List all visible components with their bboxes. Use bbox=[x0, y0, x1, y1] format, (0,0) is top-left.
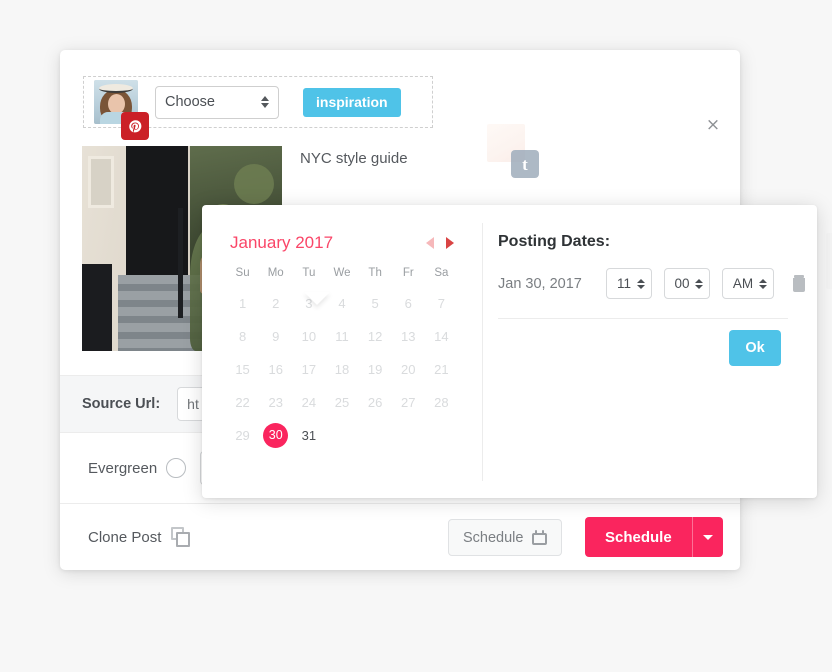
calendar-day[interactable]: 14 bbox=[425, 324, 458, 349]
clone-post-label: Clone Post bbox=[88, 528, 162, 546]
tag-inspiration-button[interactable]: inspiration bbox=[303, 87, 401, 117]
popup-pointer bbox=[304, 292, 330, 305]
calendar-day[interactable]: 19 bbox=[359, 357, 392, 382]
clone-post-button[interactable]: Clone Post bbox=[88, 527, 191, 547]
meridiem-select[interactable]: AM bbox=[722, 268, 774, 299]
posting-dates-title: Posting Dates: bbox=[498, 233, 611, 250]
calendar-day[interactable]: 31 bbox=[292, 423, 325, 448]
calendar-day[interactable]: 25 bbox=[325, 390, 358, 415]
calendar-day[interactable]: 30 bbox=[263, 423, 289, 448]
calendar-dow-sa: Sa bbox=[434, 267, 449, 279]
avatar bbox=[94, 80, 149, 140]
scrollbar[interactable] bbox=[826, 233, 832, 289]
evergreen-label: Evergreen bbox=[88, 459, 158, 477]
calendar-day-empty bbox=[425, 423, 458, 448]
chevron-updown-icon bbox=[695, 278, 703, 289]
modal-footer: Clone Post Schedule Schedule bbox=[60, 503, 740, 570]
calendar-day[interactable]: 23 bbox=[259, 390, 292, 415]
calendar-day[interactable]: 1 bbox=[226, 291, 259, 316]
prev-month-icon[interactable] bbox=[426, 237, 434, 249]
chevron-down-icon[interactable] bbox=[693, 517, 723, 557]
schedule-date-label: Schedule bbox=[463, 529, 524, 546]
calendar-dow-we: We bbox=[333, 267, 351, 279]
posting-dates-list: Jan 30, 2017 11 00 AM bbox=[498, 268, 817, 299]
calendar-month-label: January 2017 bbox=[230, 233, 334, 252]
board-select-value: Choose bbox=[165, 94, 215, 110]
posting-date-label: Jan 30, 2017 bbox=[498, 275, 582, 292]
ok-button[interactable]: Ok bbox=[729, 330, 781, 366]
date-picker-popup: January 2017 Su Mo Tu We Th Fr Sa 1 2 3 4 5 6 7 8 9 10 11… bbox=[202, 205, 832, 498]
pinterest-icon bbox=[121, 112, 149, 140]
tumblr-icon: t bbox=[511, 150, 539, 178]
posting-date-row: Jan 30, 2017 11 00 AM bbox=[498, 268, 817, 299]
board-select[interactable]: Choose bbox=[155, 85, 279, 119]
calendar-dow-th: Th bbox=[368, 267, 382, 279]
account-selector-row: Choose inspiration bbox=[83, 76, 433, 140]
calendar-day[interactable]: 11 bbox=[325, 324, 358, 349]
calendar-dow-mo: Mo bbox=[267, 267, 284, 279]
schedule-submit-label: Schedule bbox=[605, 528, 672, 546]
divider bbox=[498, 318, 788, 319]
calendar-dow-tu: Tu bbox=[302, 267, 316, 279]
calendar-day-empty bbox=[392, 423, 425, 448]
calendar-day[interactable]: 18 bbox=[325, 357, 358, 382]
evergreen-radio[interactable] bbox=[166, 458, 187, 478]
calendar-day[interactable]: 27 bbox=[392, 390, 425, 415]
calendar-day[interactable]: 2 bbox=[259, 291, 292, 316]
chevron-updown-icon bbox=[261, 96, 269, 108]
hour-select[interactable]: 11 bbox=[606, 268, 652, 299]
calendar-day[interactable]: 20 bbox=[392, 357, 425, 382]
calendar-day[interactable]: 8 bbox=[226, 324, 259, 349]
schedule-date-button[interactable]: Schedule bbox=[448, 519, 563, 556]
calendar-day[interactable]: 7 bbox=[425, 291, 458, 316]
calendar-day[interactable]: 15 bbox=[226, 357, 259, 382]
minute-value: 00 bbox=[674, 276, 690, 291]
calendar-icon bbox=[532, 530, 548, 545]
chevron-updown-icon bbox=[637, 278, 645, 289]
divider bbox=[482, 223, 483, 481]
calendar-grid: Su Mo Tu We Th Fr Sa 1 2 3 4 5 6 7 8 9 10 11 12 13 14 15 16 17 1… bbox=[202, 253, 482, 448]
next-month-icon[interactable] bbox=[446, 237, 454, 249]
hour-value: 11 bbox=[616, 276, 631, 291]
calendar-dow-fr: Fr bbox=[402, 267, 414, 279]
copy-icon bbox=[171, 527, 191, 547]
calendar-day[interactable]: 12 bbox=[359, 324, 392, 349]
posting-dates-panel: Posting Dates: Jan 30, 2017 11 00 AM Ok bbox=[498, 205, 832, 498]
calendar-day[interactable]: 16 bbox=[259, 357, 292, 382]
calendar-day[interactable]: 24 bbox=[292, 390, 325, 415]
chevron-updown-icon bbox=[759, 278, 767, 289]
calendar-day[interactable]: 21 bbox=[425, 357, 458, 382]
calendar-day[interactable]: 5 bbox=[359, 291, 392, 316]
minute-select[interactable]: 00 bbox=[664, 268, 710, 299]
delete-icon[interactable] bbox=[792, 275, 806, 292]
calendar-header: January 2017 bbox=[202, 205, 482, 253]
meridiem-value: AM bbox=[732, 276, 754, 291]
calendar-day[interactable]: 22 bbox=[226, 390, 259, 415]
schedule-submit-button[interactable]: Schedule bbox=[585, 517, 723, 557]
calendar: January 2017 Su Mo Tu We Th Fr Sa 1 2 3 4 5 6 7 8 9 10 11… bbox=[202, 205, 482, 498]
source-url-label: Source Url: bbox=[82, 396, 161, 412]
calendar-dow-su: Su bbox=[235, 267, 250, 279]
calendar-nav bbox=[426, 237, 454, 249]
calendar-day[interactable]: 26 bbox=[359, 390, 392, 415]
calendar-day[interactable]: 9 bbox=[259, 324, 292, 349]
calendar-day[interactable]: 13 bbox=[392, 324, 425, 349]
secondary-account-thumb[interactable]: t bbox=[487, 124, 539, 178]
calendar-day[interactable]: 29 bbox=[226, 423, 259, 448]
calendar-day[interactable]: 4 bbox=[325, 291, 358, 316]
calendar-day-empty bbox=[359, 423, 392, 448]
calendar-day[interactable]: 17 bbox=[292, 357, 325, 382]
calendar-day[interactable]: 28 bbox=[425, 390, 458, 415]
calendar-day-empty bbox=[325, 423, 358, 448]
close-icon[interactable]: × bbox=[702, 114, 724, 136]
tumblr-glyph: t bbox=[522, 154, 528, 174]
calendar-day[interactable]: 6 bbox=[392, 291, 425, 316]
calendar-day[interactable]: 10 bbox=[292, 324, 325, 349]
post-title: NYC style guide bbox=[300, 150, 408, 167]
